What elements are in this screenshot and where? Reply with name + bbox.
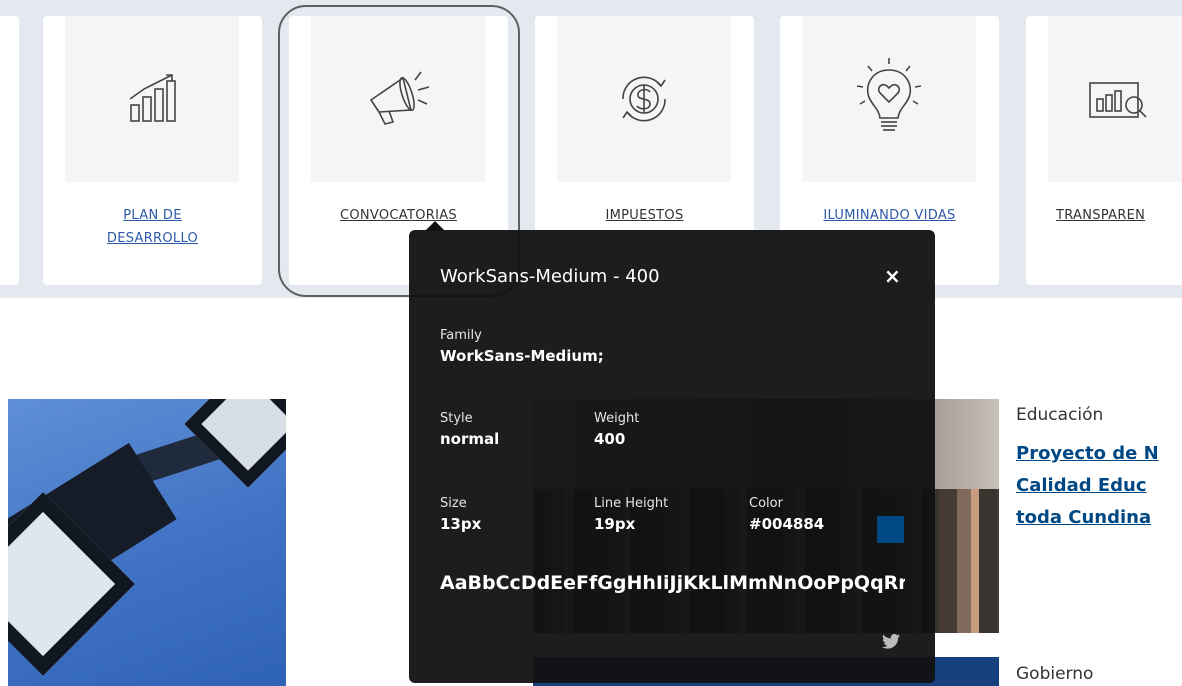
quick-link-label[interactable]: TRANSPAREN [1026, 204, 1182, 227]
color-swatch [877, 516, 904, 543]
quick-link-icon-box [65, 16, 239, 182]
size-value: 13px [440, 515, 482, 533]
news-headline-line[interactable]: toda Cundina [1016, 502, 1182, 534]
chart-magnifier-icon [1089, 82, 1147, 118]
twitter-icon[interactable] [882, 634, 900, 653]
quick-link-card-partial[interactable] [0, 16, 19, 285]
quick-link-label-line[interactable]: IMPUESTOS [535, 204, 754, 227]
line-height-value: 19px [594, 515, 636, 533]
dollar-coin-icon [622, 76, 666, 122]
quick-link-label-line[interactable]: DESARROLLO [43, 227, 262, 250]
popup-pointer [425, 221, 445, 231]
quick-link-icon-box [557, 16, 731, 182]
page: PLAN DE DESARROLLO CONVOCATORIAS IMPUEST… [0, 0, 1182, 686]
color-label: Color [749, 496, 783, 511]
news-headline-link[interactable]: Proyecto de N Calidad Educ toda Cundina [1016, 438, 1182, 534]
news-headline-line[interactable]: Calidad Educ [1016, 470, 1182, 502]
family-value: WorkSans-Medium; [440, 347, 604, 365]
quick-link-label[interactable]: ILUMINANDO VIDAS [780, 204, 999, 227]
quick-link-label[interactable]: PLAN DE DESARROLLO [43, 204, 262, 250]
quick-link-transparencia[interactable]: TRANSPAREN [1026, 16, 1182, 285]
line-height-label: Line Height [594, 496, 669, 511]
news-headline-line[interactable]: Proyecto de N [1016, 438, 1182, 470]
style-value: normal [440, 430, 500, 448]
color-value: #004884 [749, 515, 825, 533]
quick-link-label-line[interactable]: ILUMINANDO VIDAS [780, 204, 999, 227]
style-label: Style [440, 411, 473, 426]
quick-link-label-line[interactable]: PLAN DE [43, 204, 262, 227]
weight-label: Weight [594, 411, 640, 426]
font-sample-text: AaBbCcDdEeFfGgHhIiJjKkLlMmNnOoPpQqRrSsTt… [440, 572, 905, 594]
bar-chart-icon [129, 74, 176, 122]
news-photo-streetlight[interactable] [8, 399, 286, 686]
lightbulb-heart-icon [856, 58, 922, 131]
news-category: Gobierno [1016, 664, 1094, 684]
quick-link-icon-box [802, 16, 976, 182]
size-label: Size [440, 496, 467, 511]
close-icon[interactable]: × [884, 264, 901, 288]
news-category: Educación [1016, 405, 1104, 425]
weight-value: 400 [594, 430, 626, 448]
quick-link-label[interactable]: IMPUESTOS [535, 204, 754, 227]
inspector-title: WorkSans-Medium - 400 [440, 266, 660, 287]
font-inspector-popup: WorkSans-Medium - 400 × Family WorkSans-… [409, 221, 935, 683]
quick-link-label-line[interactable]: TRANSPAREN [1056, 204, 1182, 227]
family-label: Family [440, 328, 482, 343]
quick-link-icon-box [1048, 16, 1182, 182]
quick-link-plan-de-desarrollo[interactable]: PLAN DE DESARROLLO [43, 16, 262, 285]
